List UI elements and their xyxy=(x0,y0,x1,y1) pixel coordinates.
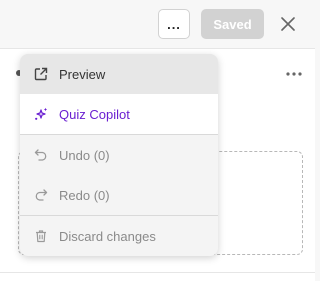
divider xyxy=(0,272,315,273)
menu-item-label: Quiz Copilot xyxy=(59,106,130,122)
menu-item-preview[interactable]: Preview xyxy=(20,54,218,94)
menu-item-discard-changes[interactable]: Discard changes xyxy=(20,216,218,256)
external-link-icon xyxy=(33,66,49,82)
undo-icon xyxy=(33,147,49,163)
menu-item-label: Redo (0) xyxy=(59,187,110,203)
redo-icon xyxy=(33,187,49,203)
top-toolbar: ... Saved xyxy=(0,0,315,49)
more-options-button[interactable]: ... xyxy=(158,9,190,39)
menu-item-undo[interactable]: Undo (0) xyxy=(20,135,218,175)
sparkle-icon xyxy=(33,106,49,122)
trash-icon xyxy=(33,228,49,244)
menu-item-label: Preview xyxy=(59,66,106,82)
close-button[interactable] xyxy=(276,12,300,36)
close-icon xyxy=(281,17,295,31)
more-horizontal-icon xyxy=(286,72,302,76)
saved-button[interactable]: Saved xyxy=(201,9,264,39)
menu-item-redo[interactable]: Redo (0) xyxy=(20,175,218,215)
more-options-menu: Preview Quiz Copilot Undo (0) Redo (0) D… xyxy=(20,54,218,256)
panel-more-button[interactable] xyxy=(285,69,303,79)
menu-item-label: Undo (0) xyxy=(59,147,110,163)
menu-item-label: Discard changes xyxy=(59,228,156,244)
menu-item-quiz-copilot[interactable]: Quiz Copilot xyxy=(20,94,218,134)
